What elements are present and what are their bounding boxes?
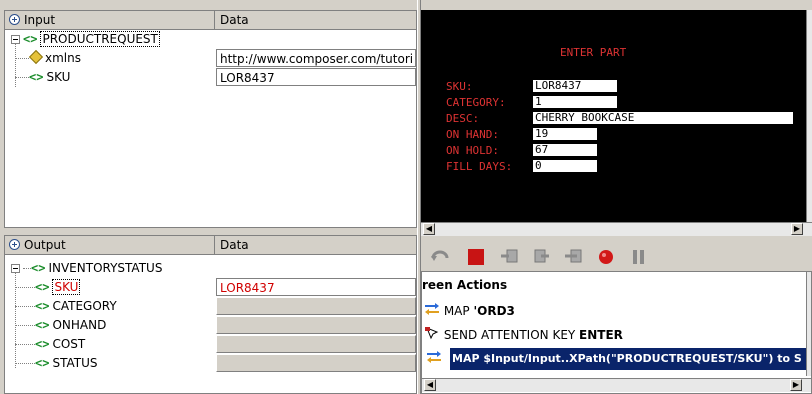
step-into-icon[interactable] xyxy=(499,247,521,267)
pause-icon[interactable] xyxy=(627,247,649,267)
field-label: FILL DAYS: xyxy=(446,160,513,173)
collapse-icon[interactable] xyxy=(11,264,20,273)
element-icon: <> xyxy=(29,70,44,84)
scroll-right-icon[interactable]: ▶ xyxy=(791,223,803,235)
data-cell[interactable] xyxy=(216,354,416,372)
on-hold-field[interactable]: 67 xyxy=(533,144,597,156)
input-column-label: Input xyxy=(24,13,56,27)
tree-row-root[interactable]: <> PRODUCTREQUEST xyxy=(5,30,416,48)
scroll-right-icon[interactable]: ▶ xyxy=(790,379,802,391)
element-icon: <> xyxy=(35,337,50,351)
map-icon xyxy=(426,349,442,371)
tree-row-status[interactable]: <> STATUS xyxy=(5,354,416,372)
action-item[interactable]: SEND ATTENTION KEY ENTER xyxy=(422,324,795,346)
tree-row-onhand[interactable]: <> ONHAND xyxy=(5,316,416,334)
output-column-header[interactable]: Output xyxy=(5,236,215,254)
input-header: Input Data xyxy=(5,11,416,30)
tree-node-label: SKU xyxy=(46,70,71,84)
actions-horizontal-scrollbar[interactable]: ◀ ▶ xyxy=(422,378,811,392)
step-over-icon[interactable] xyxy=(531,247,553,267)
data-cell[interactable] xyxy=(216,297,416,315)
tree-node-label: COST xyxy=(52,337,86,351)
tree-row-root[interactable]: <> INVENTORYSTATUS xyxy=(5,259,416,277)
data-cell[interactable]: LOR8437 xyxy=(216,68,416,86)
element-icon: <> xyxy=(35,280,50,294)
element-icon: <> xyxy=(35,356,50,370)
element-icon: <> xyxy=(23,32,38,46)
record-icon[interactable] xyxy=(595,247,617,267)
field-label: CATEGORY: xyxy=(446,96,506,109)
tree-row-sku[interactable]: <> SKU LOR8437 xyxy=(5,278,416,296)
recorder-toolbar xyxy=(421,243,812,271)
tree-row-category[interactable]: <> CATEGORY xyxy=(5,297,416,315)
screen-title: ENTER PART xyxy=(560,46,627,59)
data-column-header[interactable]: Data xyxy=(216,11,416,29)
tree-node-label: PRODUCTREQUEST xyxy=(40,31,160,47)
tree-node-label: CATEGORY xyxy=(52,299,117,313)
tree-node-label: SKU xyxy=(52,279,81,295)
data-cell[interactable] xyxy=(216,316,416,334)
action-item-selected[interactable]: MAP $Input/Input..XPath("PRODUCTREQUEST/… xyxy=(422,348,811,370)
output-pane: Output Data <> INVENTORYSTATUS <> SKU LOR8… xyxy=(4,235,417,394)
data-cell[interactable]: http://www.composer.com/tutori xyxy=(216,49,416,67)
attribute-icon xyxy=(28,49,44,65)
input-column-header[interactable]: Input xyxy=(5,11,215,29)
stop-icon[interactable] xyxy=(465,247,487,267)
fill-days-field[interactable]: 0 xyxy=(533,160,597,172)
on-hand-field[interactable]: 19 xyxy=(533,128,597,140)
data-column-header[interactable]: Data xyxy=(216,236,416,254)
screen-actions-title: reen Actions xyxy=(422,278,508,292)
output-header: Output Data xyxy=(5,236,416,255)
tree-row-cost[interactable]: <> COST xyxy=(5,335,416,353)
category-field[interactable]: 1 xyxy=(533,96,617,108)
action-value: 'ORD3 xyxy=(473,304,515,318)
element-icon: <> xyxy=(35,318,50,332)
terminal-vertical-scrollbar[interactable] xyxy=(806,10,812,222)
field-label: SKU: xyxy=(446,80,473,93)
element-icon: <> xyxy=(35,299,50,313)
data-cell[interactable] xyxy=(216,335,416,353)
input-pane: Input Data <> PRODUCTREQUEST xmlns http:/… xyxy=(4,10,417,228)
action-text: MAP xyxy=(443,304,474,318)
step-out-icon[interactable] xyxy=(563,247,585,267)
element-icon: <> xyxy=(31,261,46,275)
screen-actions-panel: reen Actions MAP 'ORD3 SEND ATTENTION KE… xyxy=(421,271,812,394)
tree-row-xmlns[interactable]: xmlns http://www.composer.com/tutori xyxy=(5,49,416,67)
output-column-label: Output xyxy=(24,238,66,252)
send-key-icon xyxy=(424,325,440,347)
field-label: DESC: xyxy=(446,112,480,125)
tree-node-label: INVENTORYSTATUS xyxy=(48,261,163,275)
data-cell[interactable]: LOR8437 xyxy=(216,278,416,296)
action-text: SEND ATTENTION KEY xyxy=(443,328,580,342)
tree-row-sku[interactable]: <> SKU LOR8437 xyxy=(5,68,416,86)
tree-node-label: ONHAND xyxy=(52,318,107,332)
map-icon xyxy=(424,301,440,323)
tree-node-label: xmlns xyxy=(45,51,81,65)
scroll-left-icon[interactable]: ◀ xyxy=(424,379,436,391)
terminal-horizontal-scrollbar[interactable]: ◀ ▶ xyxy=(421,222,812,236)
actions-vertical-scrollbar[interactable] xyxy=(806,272,811,376)
collapse-icon[interactable] xyxy=(11,35,20,44)
field-label: ON HAND: xyxy=(446,128,499,141)
expand-icon[interactable] xyxy=(9,14,20,25)
action-value: ENTER xyxy=(579,328,623,342)
expand-icon[interactable] xyxy=(9,239,20,250)
field-label: ON HOLD: xyxy=(446,144,499,157)
terminal-screen[interactable]: ENTER PART SKU: LOR8437 CATEGORY: 1 DESC… xyxy=(421,10,806,222)
desc-field[interactable]: CHERRY BOOKCASE xyxy=(533,112,793,124)
undo-icon[interactable] xyxy=(429,247,451,267)
scroll-left-icon[interactable]: ◀ xyxy=(423,223,435,235)
tree-node-label: STATUS xyxy=(52,356,98,370)
action-text: MAP $Input/Input..XPath("PRODUCTREQUEST/… xyxy=(450,348,811,370)
sku-field[interactable]: LOR8437 xyxy=(533,80,617,92)
action-item[interactable]: MAP 'ORD3 xyxy=(422,300,795,322)
